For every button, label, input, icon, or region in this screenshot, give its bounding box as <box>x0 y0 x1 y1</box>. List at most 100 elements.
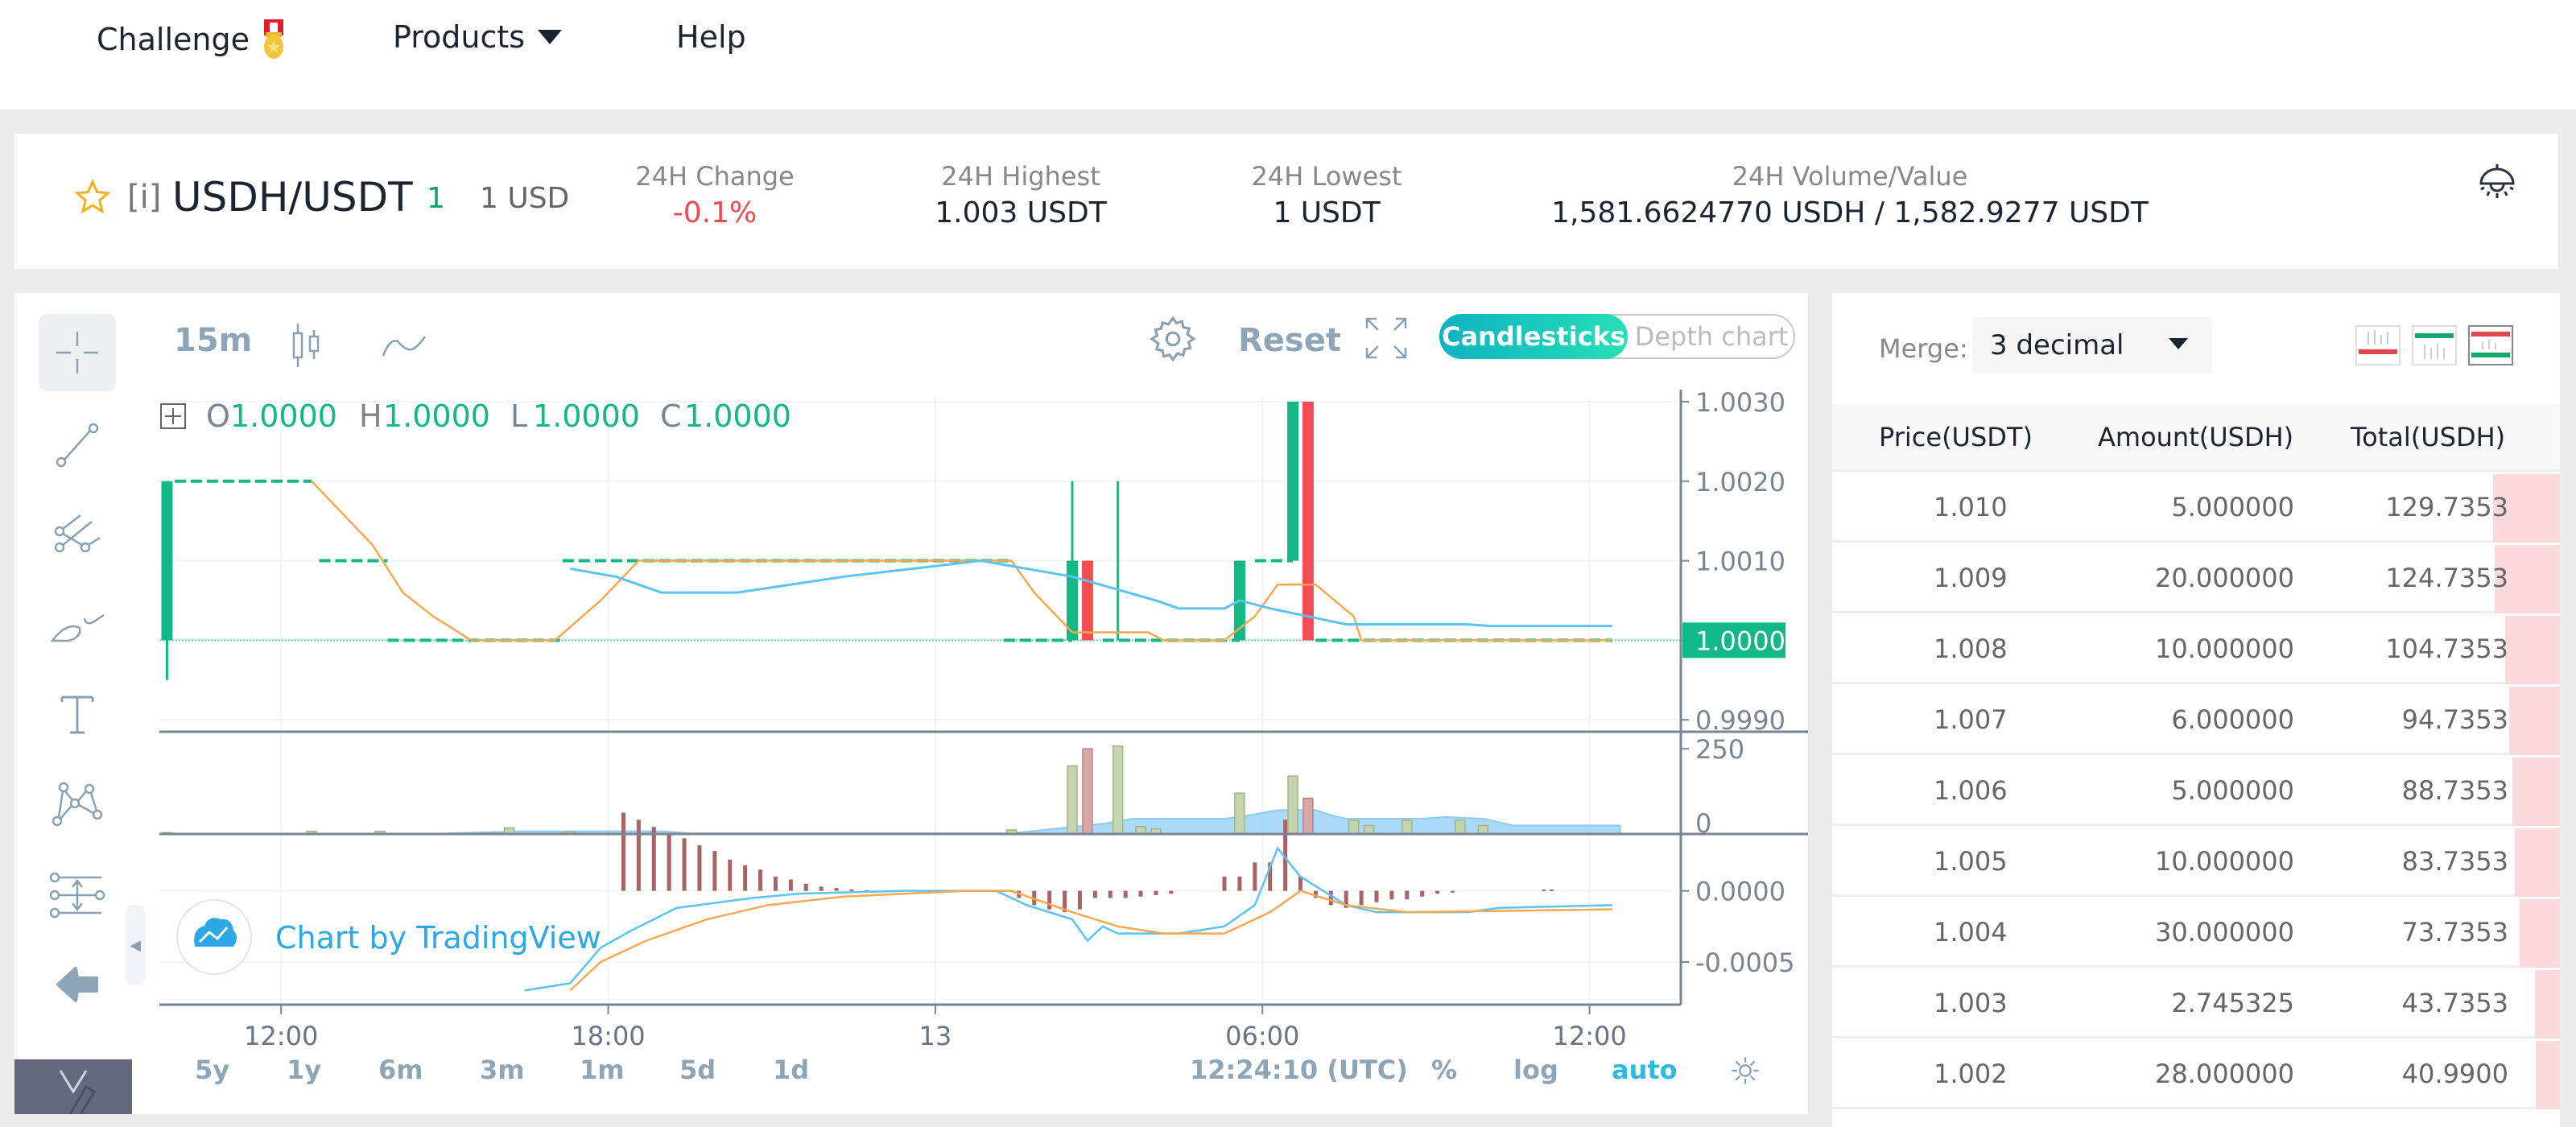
nav-help[interactable]: Help <box>676 19 746 55</box>
merge-precision-select[interactable]: 3 decimal <box>1972 317 2212 374</box>
ticker-bar: [i] USDH/USDT 1 1 USD 24H Change -0.1% 2… <box>14 134 2558 269</box>
macd-histogram-bar <box>667 834 671 891</box>
chart-panel: ◀ 15m Reset Candlesticks Depth chart 1.0… <box>14 293 1808 1114</box>
orderbook-row[interactable]: 1.006 5.000000 88.7353 <box>1832 758 2560 826</box>
percent-scale-toggle[interactable]: % <box>1431 1055 1457 1085</box>
stat-value: -0.1% <box>672 196 758 229</box>
nav-challenge-label: Challenge <box>97 22 250 57</box>
lamp-theme-icon[interactable] <box>2478 163 2516 203</box>
stat-value: 1,581.6624770 USDH / 1,582.9277 USDT <box>1551 196 2149 229</box>
row-price: 1.009 <box>1934 563 2008 593</box>
last-price: 1 <box>427 182 445 215</box>
macd-histogram-bar <box>1420 890 1425 897</box>
row-price: 1.002 <box>1934 1059 2008 1089</box>
row-price: 1.008 <box>1934 634 2008 664</box>
volume-bar <box>1402 819 1413 835</box>
tradingview-watermark[interactable]: Chart by TradingView <box>176 899 601 975</box>
row-amount: 2.745325 <box>2171 988 2294 1018</box>
stat-value: 1.003 USDT <box>935 196 1107 229</box>
volume-bar <box>1067 765 1078 835</box>
volume-bar <box>1455 819 1466 835</box>
stat-24h-change: 24H Change -0.1% <box>626 161 803 229</box>
ohlc-legend: O 1.0000 H 1.0000 L 1.0000 C 1.0000 <box>160 398 791 434</box>
macd-tick-label: -0.0005 <box>1695 947 1795 978</box>
macd-histogram-bar <box>1138 890 1143 897</box>
view-both-button[interactable] <box>2468 325 2513 365</box>
depth-bar <box>2509 687 2560 755</box>
candle-body <box>1081 560 1093 641</box>
depth-bar <box>2536 1041 2560 1109</box>
caret-down-icon <box>2169 338 2188 349</box>
macd-pane <box>524 812 1612 992</box>
both-sides-icon <box>2471 332 2510 357</box>
macd-histogram-bar <box>697 845 702 891</box>
stat-label: 24H Highest <box>941 161 1100 192</box>
orderbook-row[interactable]: 1.009 20.000000 124.7353 <box>1832 545 2560 613</box>
auto-scale-toggle[interactable]: auto <box>1612 1055 1678 1085</box>
stat-label: 24H Change <box>635 161 795 192</box>
macd-histogram-bar <box>1359 890 1364 906</box>
macd-histogram-bar <box>1374 890 1379 902</box>
macd-histogram-bar <box>1154 890 1158 895</box>
chart-settings-icon[interactable] <box>1729 1055 1761 1087</box>
range-3m[interactable]: 3m <box>480 1055 525 1085</box>
range-6m[interactable]: 6m <box>378 1055 423 1085</box>
orderbook-header: Price(USDT) Amount(USDH) Total(USDH) <box>1832 404 2560 472</box>
row-amount: 6.000000 <box>2171 704 2294 735</box>
row-total: 124.7353 <box>2385 563 2508 593</box>
legend-low: 1.0000 <box>533 398 640 434</box>
header-amount: Amount(USDH) <box>2098 422 2294 452</box>
row-amount: 5.000000 <box>2171 775 2294 806</box>
row-amount: 10.000000 <box>2154 846 2294 877</box>
ruler-chevron-icon <box>59 1070 97 1114</box>
orderbook-row[interactable]: 1.003 2.745325 43.7353 <box>1832 970 2560 1038</box>
row-total: 43.7353 <box>2401 988 2508 1018</box>
nav-products-label: Products <box>393 19 526 55</box>
last-price-usd: 1 USD <box>480 182 570 215</box>
chart-bottom-bar: 5y 1y 6m 3m 1m 5d 1d 12:24:10 (UTC) % lo… <box>175 1055 1802 1103</box>
candle-body <box>161 481 173 641</box>
price-tick-label: 1.0020 <box>1695 467 1785 497</box>
favorite-star-icon[interactable] <box>74 179 111 216</box>
volume-bar <box>1477 824 1489 835</box>
orderbook-row[interactable]: 1.002 28.000000 40.9900 <box>1832 1041 2560 1109</box>
orderbook-row[interactable]: 1.007 6.000000 94.7353 <box>1832 687 2560 755</box>
range-5y[interactable]: 5y <box>195 1055 229 1085</box>
row-amount: 20.000000 <box>2154 563 2294 593</box>
nav-products[interactable]: Products <box>393 19 564 55</box>
stat-24h-low: 24H Lowest 1 USDT <box>1230 161 1423 229</box>
view-asks-only-button[interactable] <box>2355 325 2401 365</box>
volume-bar <box>1287 775 1298 835</box>
stat-value: 1 USDT <box>1273 196 1381 229</box>
orderbook-row[interactable]: 1.010 5.000000 129.7353 <box>1832 474 2560 543</box>
range-5d[interactable]: 5d <box>679 1055 716 1085</box>
candles <box>161 401 1314 680</box>
clock-timezone[interactable]: 12:24:10 (UTC) <box>1190 1055 1408 1085</box>
caret-down-icon <box>538 30 563 44</box>
candle-body <box>1287 401 1299 561</box>
legend-high: 1.0000 <box>383 398 490 434</box>
price-chart[interactable]: 1.0030 1.0020 1.0010 0.9990 1.0000 250 0 0.0000… <box>14 293 1808 1050</box>
log-scale-toggle[interactable]: log <box>1513 1055 1558 1085</box>
row-total: 129.7353 <box>2385 492 2508 522</box>
header-total: Total(USDH) <box>2351 422 2506 452</box>
view-bids-only-button[interactable] <box>2412 325 2457 365</box>
pair-info-link[interactable]: [i] <box>127 179 161 216</box>
row-total: 40.9900 <box>2401 1059 2508 1089</box>
macd-histogram-bar <box>1077 890 1082 910</box>
range-1m[interactable]: 1m <box>580 1055 625 1085</box>
nav-challenge[interactable]: Challenge <box>97 19 287 60</box>
range-1y[interactable]: 1y <box>287 1055 321 1085</box>
row-price: 1.004 <box>1934 917 2008 947</box>
time-tick-label: 12:00 <box>244 1021 318 1050</box>
depth-bar <box>2505 616 2560 684</box>
candle-body <box>1302 401 1314 641</box>
toolbar-expand-button[interactable] <box>14 1059 132 1114</box>
range-1d[interactable]: 1d <box>773 1055 809 1085</box>
macd-histogram-bar <box>636 819 641 891</box>
macd-histogram-bar <box>743 865 748 891</box>
orderbook-row[interactable]: 1.004 30.000000 73.7353 <box>1832 899 2560 968</box>
orderbook-row[interactable]: 1.008 10.000000 104.7353 <box>1832 616 2560 684</box>
volume-bar <box>1363 824 1375 835</box>
orderbook-row[interactable]: 1.005 10.000000 83.7353 <box>1832 828 2560 897</box>
